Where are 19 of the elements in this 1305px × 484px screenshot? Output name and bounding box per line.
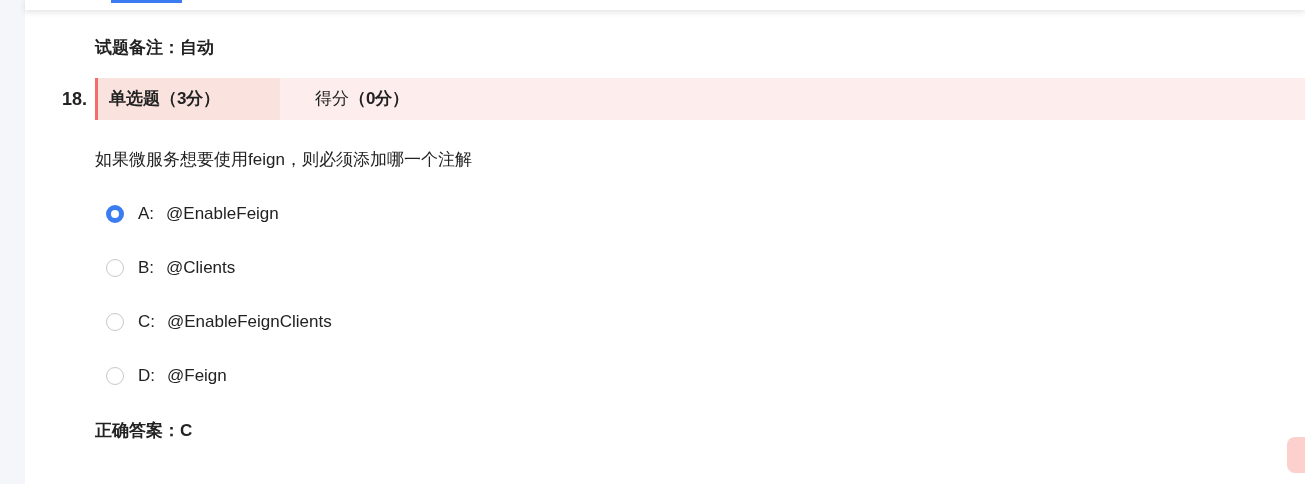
question-note: 试题备注：自动 xyxy=(95,37,215,59)
option-letter: D: xyxy=(138,365,155,388)
radio-button[interactable] xyxy=(106,313,124,331)
score-bar: 得分（0分） xyxy=(280,78,1305,120)
option-text[interactable]: @Clients xyxy=(166,255,236,281)
option-letter: A: xyxy=(138,203,155,226)
option-text[interactable]: @EnableFeignClients xyxy=(167,309,332,335)
radio-button[interactable] xyxy=(106,367,124,385)
option-text[interactable]: @Feign xyxy=(167,363,227,389)
radio-button[interactable] xyxy=(106,259,124,277)
question-number: 18. xyxy=(60,87,88,111)
option-text[interactable]: @EnableFeign xyxy=(166,201,279,227)
question-type: 单选题（3分） xyxy=(95,78,280,120)
correct-answer: 正确答案：C xyxy=(95,420,194,442)
question-text: 如果微服务想要使用feign，则必须添加哪一个注解 xyxy=(95,149,473,171)
radio-button[interactable] xyxy=(106,205,124,223)
option-letter: C: xyxy=(138,311,155,334)
option-letter: B: xyxy=(138,257,155,280)
active-tab-indicator xyxy=(111,0,182,3)
